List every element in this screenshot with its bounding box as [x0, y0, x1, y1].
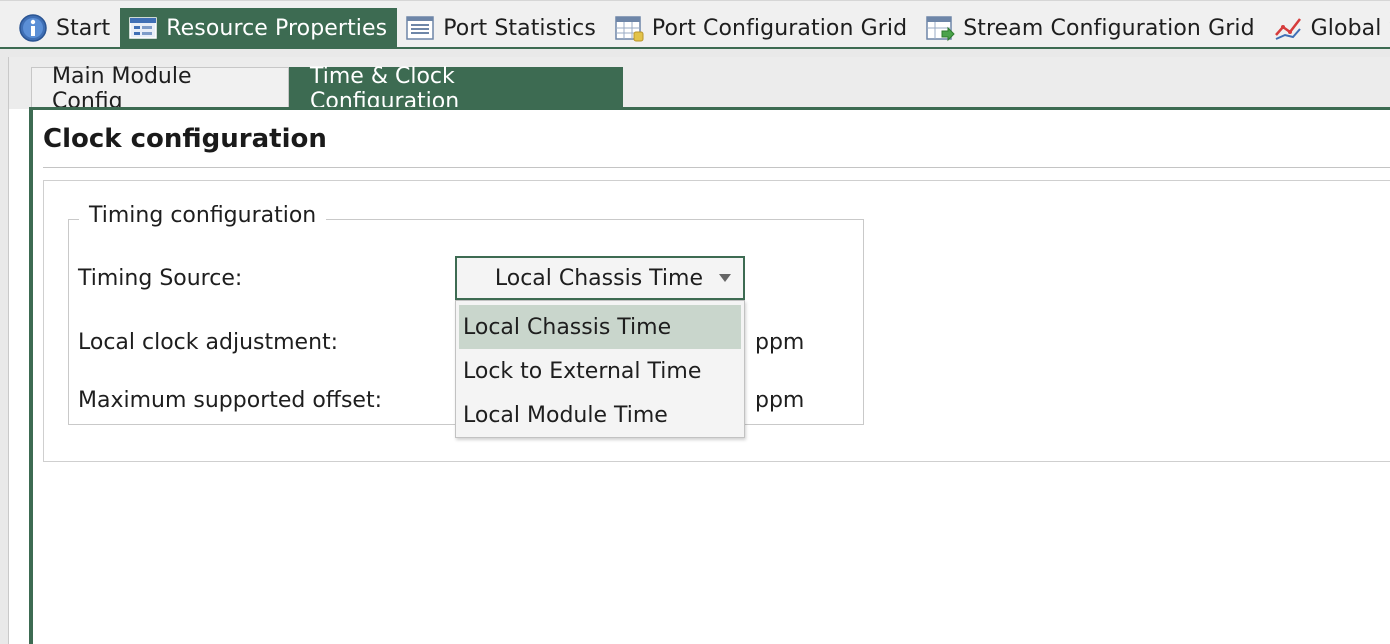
- local-clock-adjustment-label: Local clock adjustment:: [78, 330, 339, 355]
- tab-stream-configuration-grid[interactable]: Stream Configuration Grid: [917, 8, 1264, 48]
- tab-stream-configuration-grid-label: Stream Configuration Grid: [963, 15, 1255, 41]
- timing-source-dropdown: Local Chassis Time Lock to External Time…: [455, 300, 745, 438]
- document-tab-bar: Start Resource Properties Port Statistic…: [0, 0, 1390, 49]
- group-title: Timing configuration: [79, 203, 327, 228]
- line-chart-icon: [1273, 13, 1303, 43]
- tab-port-statistics-label: Port Statistics: [443, 15, 596, 41]
- tab-port-configuration-grid-label: Port Configuration Grid: [651, 15, 908, 41]
- tab-global-statistics-label: Global Stati: [1310, 15, 1390, 41]
- grid-icon: [614, 13, 644, 43]
- option-lock-to-external-time[interactable]: Lock to External Time: [459, 349, 741, 393]
- tab-start-label: Start: [56, 15, 111, 41]
- tab-bar-accent-line: [0, 47, 1390, 49]
- tab-global-statistics[interactable]: Global Stati: [1265, 8, 1390, 48]
- max-offset-unit: ppm: [755, 388, 805, 413]
- timing-source-label: Timing Source:: [78, 266, 243, 291]
- timing-source-value: Local Chassis Time: [494, 265, 703, 291]
- page-title: Clock configuration: [43, 124, 327, 154]
- tab-resource-properties[interactable]: Resource Properties: [120, 8, 398, 48]
- timing-configuration-group: Timing configuration Timing Source: Loca…: [68, 203, 864, 438]
- option-local-chassis-time[interactable]: Local Chassis Time: [459, 305, 741, 349]
- stream-grid-icon: [925, 13, 955, 43]
- option-local-module-time[interactable]: Local Module Time: [459, 393, 741, 437]
- timing-source-select[interactable]: Local Chassis Time: [455, 256, 745, 300]
- chevron-down-icon[interactable]: [719, 274, 731, 282]
- info-icon: [18, 13, 48, 43]
- properties-icon: [128, 13, 158, 43]
- settings-container: Timing configuration Timing Source: Loca…: [43, 180, 1390, 462]
- tab-start[interactable]: Start: [10, 8, 120, 48]
- tab-time-clock-configuration[interactable]: Time & Clock Configuration: [289, 64, 623, 114]
- tab-port-configuration-grid[interactable]: Port Configuration Grid: [606, 8, 917, 48]
- tab-main-module-config[interactable]: Main Module Config: [31, 64, 289, 114]
- maximum-supported-offset-label: Maximum supported offset:: [78, 388, 383, 413]
- local-clock-unit: ppm: [755, 330, 805, 355]
- list-icon: [405, 13, 435, 43]
- content-area: Main Module Config Time & Clock Configur…: [8, 57, 1390, 644]
- tab-resource-properties-label: Resource Properties: [166, 15, 388, 41]
- tab-port-statistics[interactable]: Port Statistics: [397, 8, 606, 48]
- clock-configuration-panel: Clock configuration Timing configuration…: [29, 107, 1390, 644]
- title-divider: [43, 167, 1390, 168]
